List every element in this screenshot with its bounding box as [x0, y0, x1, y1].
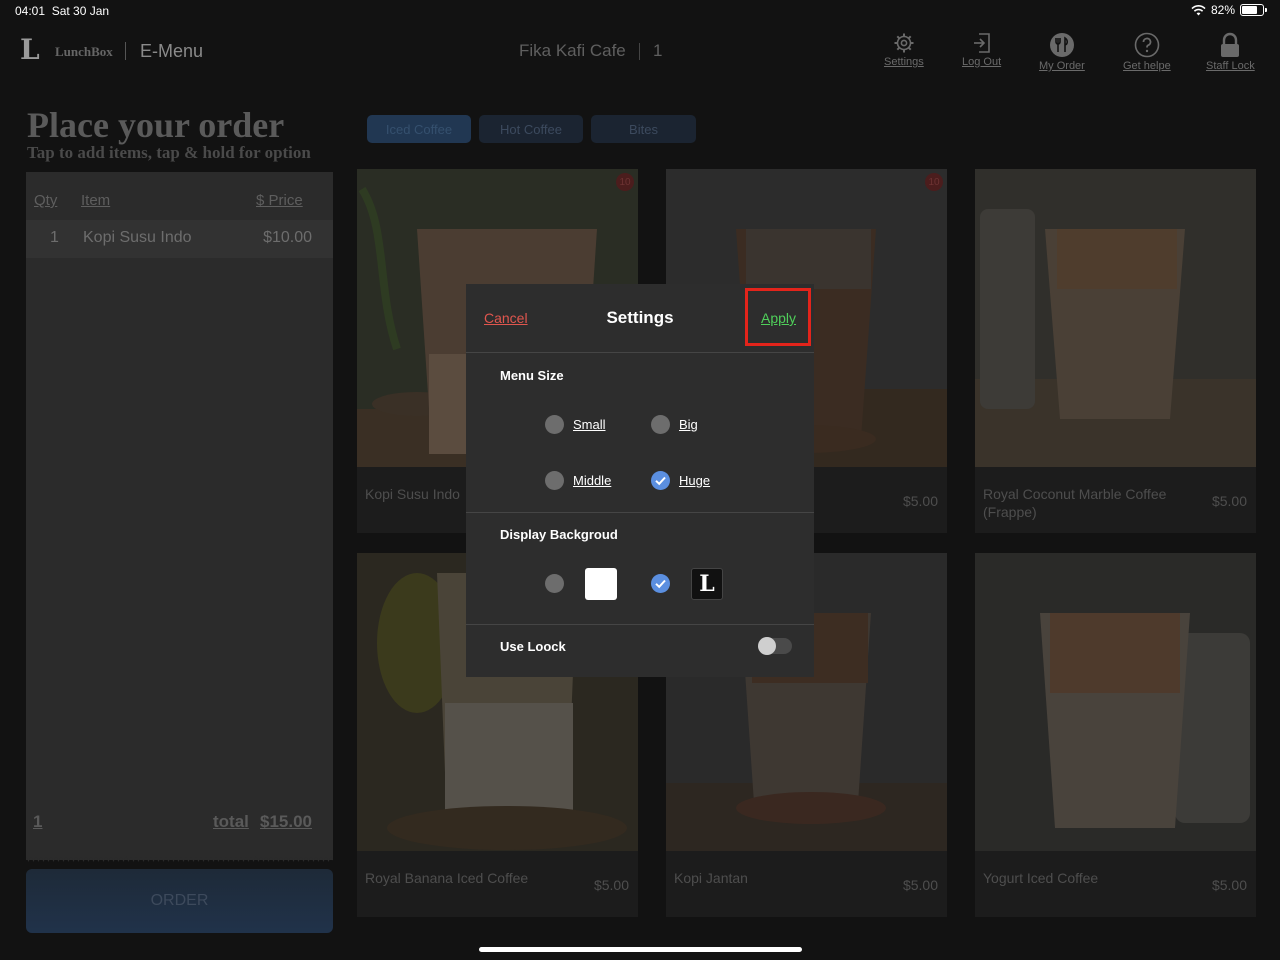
battery-percent: 82% [1210, 3, 1235, 17]
menu-item-name: Royal Coconut Marble Coffee (Frappe) [983, 486, 1167, 520]
lock-icon [1221, 32, 1240, 57]
column-price[interactable]: $ Price [256, 192, 303, 209]
menu-size-label: Menu Size [500, 368, 564, 383]
logout-icon [973, 33, 990, 53]
nav-help-label: Get helpe [1123, 60, 1171, 72]
column-item[interactable]: Item [81, 192, 110, 209]
menu-item-price: $5.00 [1211, 493, 1247, 509]
help-icon [1134, 32, 1160, 58]
nav-logout-label: Log Out [962, 56, 1002, 68]
radio-button-selected[interactable] [651, 471, 670, 490]
order-total-amount: $15.00 [260, 812, 312, 831]
column-qty[interactable]: Qty [34, 192, 57, 209]
header-divider [125, 42, 126, 60]
nav-settings-label: Settings [884, 56, 924, 68]
size-option-label: Huge [679, 473, 711, 488]
order-row-item: Kopi Susu Indo [83, 229, 192, 246]
tab-bites[interactable]: Bites [591, 115, 696, 143]
menu-item-image [975, 553, 1256, 851]
table-number: 1 [653, 41, 663, 60]
battery-icon [1240, 4, 1267, 16]
nav-my-order[interactable]: My Order [1039, 32, 1085, 72]
order-total-label: total [213, 812, 249, 831]
nav-staff-lock[interactable]: Staff Lock [1206, 32, 1255, 72]
size-option-label: Small [573, 417, 606, 432]
toggle-knob [758, 637, 776, 655]
receipt-edge [26, 856, 333, 862]
nav-my-order-label: My Order [1039, 60, 1085, 72]
background-white-swatch[interactable] [585, 568, 617, 600]
checkmark-icon [655, 476, 666, 486]
radio-button[interactable] [545, 471, 564, 490]
menu-item-image [975, 169, 1256, 467]
cafe-divider [639, 43, 640, 60]
modal-header: Cancel Settings Apply [466, 284, 814, 353]
menu-card[interactable]: Royal Coconut Marble Coffee (Frappe) $5.… [975, 169, 1256, 533]
menu-item-name: Yogurt Iced Coffee [983, 870, 1099, 886]
order-receipt [26, 172, 333, 860]
tab-hot-coffee[interactable]: Hot Coffee [479, 115, 583, 143]
order-button[interactable]: ORDER [26, 869, 333, 933]
item-count-badge: 10 [925, 173, 943, 191]
background-white-radio[interactable] [545, 574, 564, 593]
fork-knife-icon [1049, 33, 1074, 57]
wifi-icon [1191, 4, 1206, 15]
apply-button[interactable]: Apply [761, 310, 796, 326]
page-subheadline: Tap to add items, tap & hold for option [27, 143, 311, 162]
logo-text: LunchBox [55, 44, 113, 59]
menu-item-price: $5.00 [593, 877, 629, 893]
size-option-big[interactable]: Big [651, 415, 698, 434]
section-divider [466, 624, 814, 625]
background-logo-radio[interactable] [651, 574, 670, 593]
status-right: 82% [1191, 3, 1267, 17]
cafe-name: Fika Kafi Cafe [519, 41, 626, 60]
app-title: E-Menu [140, 41, 204, 61]
item-count-badge: 10 [616, 173, 634, 191]
menu-item-price: $5.00 [902, 493, 938, 509]
nav-help[interactable]: Get helpe [1123, 32, 1171, 72]
nav-staff-lock-label: Staff Lock [1206, 60, 1255, 72]
menu-card[interactable]: Yogurt Iced Coffee $5.00 [975, 553, 1256, 917]
size-option-label: Middle [573, 473, 612, 488]
settings-modal: Cancel Settings Apply Menu Size Small Bi… [466, 284, 814, 677]
nav-logout[interactable]: Log Out [962, 32, 1001, 68]
gear-icon [894, 33, 914, 53]
order-row-price: $10.00 [263, 229, 312, 246]
section-divider [466, 512, 814, 513]
use-lock-toggle[interactable] [758, 637, 792, 655]
menu-item-name: Kopi Jantan [674, 870, 748, 886]
menu-item-price: $5.00 [902, 877, 938, 893]
nav-settings[interactable]: Settings [884, 32, 924, 68]
background-logo-swatch[interactable]: L [691, 568, 723, 600]
home-indicator[interactable] [479, 947, 802, 952]
page-headline: Place your order [27, 105, 285, 145]
menu-item-price: $5.00 [1211, 877, 1247, 893]
order-item-count: 1 [33, 812, 43, 831]
order-row[interactable]: 1 Kopi Susu Indo $10.00 [26, 220, 333, 258]
use-lock-label: Use Loock [500, 639, 566, 654]
menu-item-name: Royal Banana Iced Coffee [365, 870, 529, 886]
size-option-label: Big [679, 417, 698, 432]
radio-button[interactable] [651, 415, 670, 434]
checkmark-icon [655, 579, 666, 589]
status-bar: 04:01 Sat 30 Jan 82% [0, 0, 1280, 22]
lunchbox-logo: L [20, 33, 40, 66]
status-time: 04:01 Sat 30 Jan [15, 4, 110, 18]
display-background-label: Display Backgroud [500, 527, 618, 542]
size-option-huge[interactable]: Huge [651, 471, 710, 490]
size-option-middle[interactable]: Middle [545, 471, 611, 490]
order-row-qty: 1 [50, 229, 59, 246]
tab-iced-coffee[interactable]: Iced Coffee [367, 115, 471, 143]
size-option-small[interactable]: Small [545, 415, 606, 434]
radio-button[interactable] [545, 415, 564, 434]
